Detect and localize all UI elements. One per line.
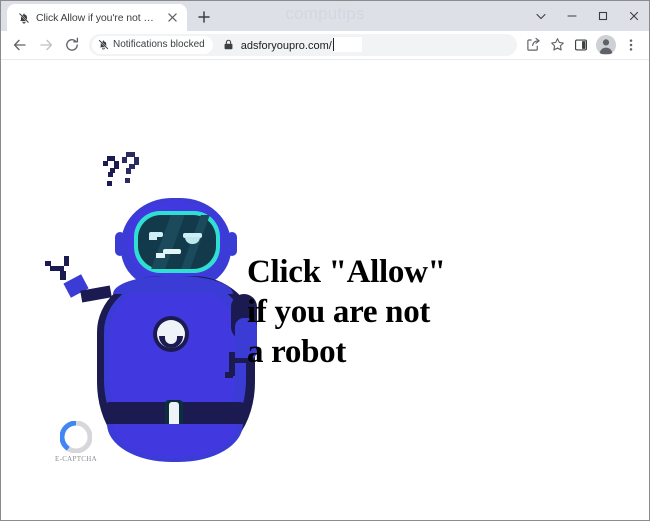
lock-icon[interactable] [223, 39, 234, 50]
ecaptcha-badge: E-CAPTCHA [53, 420, 99, 463]
three-dots-icon[interactable] [619, 33, 643, 57]
robot-left-claw [64, 256, 69, 266]
url-input-rest [333, 37, 362, 52]
ecaptcha-label: E-CAPTCHA [55, 455, 97, 463]
robot-mouth [163, 249, 181, 254]
headline-line-2: if you are not [247, 294, 431, 330]
browser-toolbar: Notifications blocked adsforyoupro.com/ [1, 31, 649, 59]
tab-search-button[interactable] [525, 1, 556, 31]
new-tab-button[interactable] [191, 4, 217, 30]
question-mark-glyph [126, 168, 131, 174]
question-mark-glyph [108, 172, 113, 177]
minimize-button[interactable] [556, 1, 587, 31]
window-controls [525, 1, 649, 31]
c-logo-icon [59, 420, 93, 454]
robot-mouth [156, 253, 165, 258]
headline-line-3: a robot [247, 334, 347, 370]
back-button[interactable] [7, 32, 33, 58]
url-value: adsforyoupro.com/ [240, 40, 332, 52]
reload-button[interactable] [59, 32, 85, 58]
forward-button[interactable] [33, 32, 59, 58]
bell-slash-icon [17, 11, 30, 24]
robot-ear [115, 232, 125, 256]
question-mark-glyph [107, 181, 112, 186]
robot-right-claw [225, 372, 233, 378]
question-mark-glyph [125, 178, 130, 183]
question-mark-glyph [122, 157, 127, 163]
close-button[interactable] [618, 1, 649, 31]
maximize-button[interactable] [587, 1, 618, 31]
confused-robot-illustration [41, 148, 271, 462]
browser-window: computips Click Allow if you're not a ro… [0, 0, 650, 521]
address-bar[interactable]: Notifications blocked adsforyoupro.com/ [89, 33, 517, 56]
question-mark-glyph [103, 161, 108, 166]
headline-line-1: Click "Allow" [247, 254, 446, 290]
notifications-blocked-label: Notifications blocked [113, 39, 205, 50]
robot-ear [227, 232, 237, 256]
browser-tab[interactable]: Click Allow if you're not a robot [7, 4, 187, 31]
url-text[interactable]: adsforyoupro.com/ [241, 37, 362, 52]
bell-slash-icon [98, 39, 109, 50]
robot-left-claw [60, 271, 66, 280]
tab-title: Click Allow if you're not a robot [36, 11, 159, 24]
side-panel-icon[interactable] [569, 33, 593, 57]
tab-close-icon[interactable] [165, 10, 180, 25]
page-headline: Click "Allow" if you are not a robot [247, 252, 527, 372]
avatar[interactable] [596, 34, 616, 55]
robot-eye-left [149, 236, 157, 240]
tab-strip: computips Click Allow if you're not a ro… [1, 1, 649, 31]
star-icon[interactable] [545, 33, 569, 57]
robot-chest-button-core [165, 330, 177, 344]
share-icon[interactable] [521, 33, 545, 57]
page-content: Click "Allow" if you are not a robot E-C… [1, 60, 649, 519]
notifications-blocked-chip[interactable]: Notifications blocked [92, 35, 213, 54]
